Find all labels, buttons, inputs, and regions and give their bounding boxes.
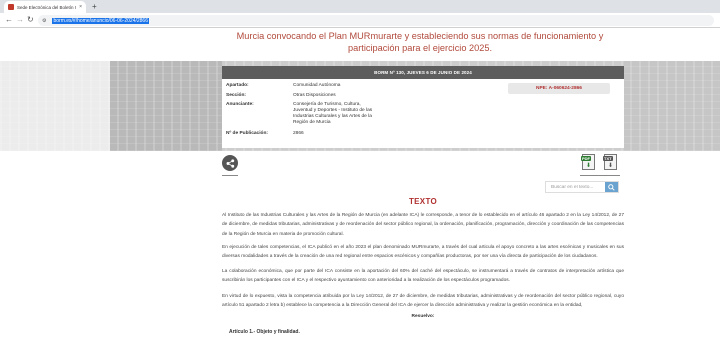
field-value-seccion: Otras Disposiciones (293, 93, 336, 98)
search-icon (608, 183, 615, 191)
download-arrow-icon: ⬇ (586, 163, 592, 169)
browser-tab[interactable]: Sede Electrónica del Boletín Of × (4, 1, 86, 13)
npe-badge: NPE: A-060624-2866 (508, 83, 610, 94)
tab-strip: Sede Electrónica del Boletín Of × + (0, 0, 720, 13)
field-label-apartado: Apartado: (226, 83, 249, 88)
download-arrow-icon: ⬇ (608, 163, 614, 169)
field-label-seccion: Sección: (226, 93, 246, 98)
reload-icon[interactable]: ↻ (27, 15, 34, 25)
page-content: Murcia convocando el Plan MURmurarte y e… (0, 28, 720, 345)
browser-toolbar: ← → ↻ ⚙ borm.es/#/home/anuncio/06-06-202… (0, 13, 720, 28)
field-value-anunciante: Consejería de Turismo, Cultura, Juventud… (293, 102, 373, 125)
pdf-download-button[interactable]: PDF ⬇ (581, 154, 595, 170)
bulletin-header: BORM Nº 130, JUEVES 6 DE JUNIO DE 2024 (222, 66, 624, 79)
article-heading: Artículo 1.- Objeto y finalidad. (229, 329, 300, 335)
search-input[interactable] (546, 182, 604, 192)
share-icon (226, 158, 234, 168)
txt-badge: TXT (603, 156, 613, 161)
back-icon[interactable]: ← (5, 15, 13, 25)
text-search (545, 181, 619, 193)
tab-title: Sede Electrónica del Boletín Of (17, 4, 77, 10)
close-tab-icon[interactable]: × (79, 4, 82, 10)
paragraph: La colaboración económica, que por parte… (222, 269, 624, 284)
field-value-publicacion: 2866 (293, 131, 304, 136)
paragraph: Al Instituto de las Industrias Culturale… (222, 213, 624, 237)
new-tab-button[interactable]: + (92, 2, 97, 11)
field-value-apartado: Comunidad Autónoma (293, 83, 341, 88)
field-label-anunciante: Anunciante: (226, 102, 254, 107)
url-text[interactable]: borm.es/#/home/anuncio/06-06-2024/2866 (52, 17, 149, 24)
pdf-badge: PDF (581, 156, 591, 161)
resolves-heading: Resuelvo: (411, 314, 435, 319)
field-label-publicacion: Nº de Publicación: (226, 131, 268, 136)
address-bar[interactable]: ⚙ borm.es/#/home/anuncio/06-06-2024/2866 (38, 15, 714, 26)
share-underline (222, 175, 238, 176)
forward-icon[interactable]: → (16, 15, 24, 25)
downloads-underline (580, 175, 620, 176)
page-title: Murcia convocando el Plan MURmurarte y e… (236, 31, 604, 53)
section-title: TEXTO (408, 197, 438, 206)
search-button[interactable] (605, 182, 618, 192)
bulletin-card: BORM Nº 130, JUEVES 6 DE JUNIO DE 2024 A… (222, 66, 624, 148)
paragraph: En virtud de lo expuesto, vista la compe… (222, 294, 624, 309)
share-button[interactable] (222, 155, 238, 171)
paragraph: En ejecución de tales competencias, el I… (222, 245, 624, 260)
favicon-icon (8, 4, 14, 10)
site-info-icon[interactable]: ⚙ (42, 18, 46, 24)
txt-download-button[interactable]: TXT ⬇ (603, 154, 617, 170)
